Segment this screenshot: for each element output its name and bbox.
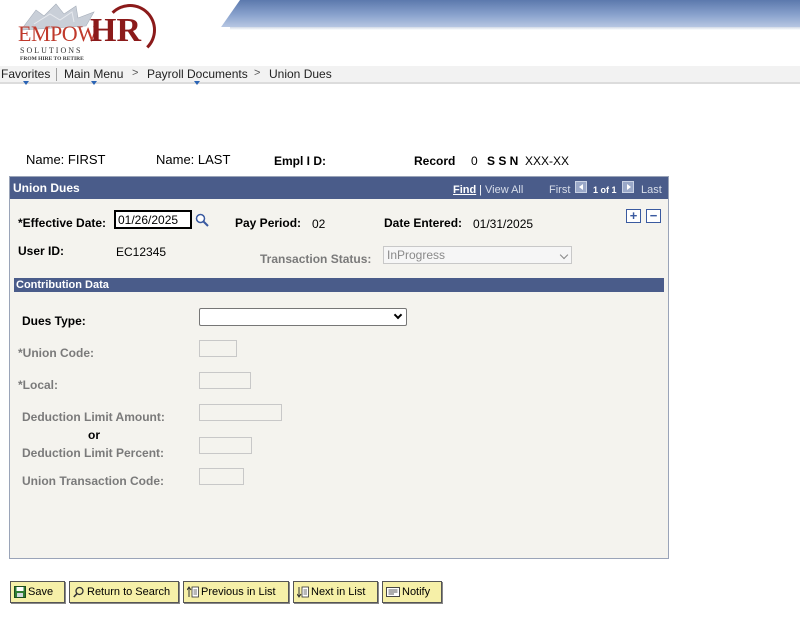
search-icon[interactable]	[195, 213, 209, 227]
chevron-down-icon	[559, 250, 569, 260]
first-link[interactable]: First	[549, 184, 570, 196]
employee-ssn-label: S S N	[487, 154, 519, 168]
transaction-status-label: Transaction Status:	[260, 252, 372, 266]
employee-record-value: 0	[471, 154, 478, 168]
banner: EMPOW HR SOLUTIONS FROM HIRE TO RETIRE	[0, 0, 800, 66]
pay-period-value: 02	[312, 217, 326, 231]
union-transaction-code-label: Union Transaction Code:	[22, 474, 165, 488]
empowhr-logo: EMPOW HR SOLUTIONS FROM HIRE TO RETIRE	[8, 2, 168, 64]
contribution-data-header: Contribution Data	[14, 278, 664, 292]
deduction-limit-percent-field	[199, 437, 252, 454]
or-label: or	[88, 428, 100, 442]
logo-solutions-text: SOLUTIONS	[20, 46, 83, 55]
previous-list-icon	[187, 586, 199, 598]
nav-union-dues[interactable]: Union Dues	[269, 67, 332, 81]
effective-date-input[interactable]	[114, 210, 192, 229]
logo-tagline-text: FROM HIRE TO RETIRE	[20, 56, 84, 62]
chevron-down-icon	[194, 81, 201, 85]
user-id-value: EC12345	[116, 245, 167, 259]
employee-first-name: Name: FIRST	[26, 152, 106, 167]
user-id-label: User ID:	[18, 244, 65, 258]
logo-hr-text: HR	[90, 12, 141, 49]
nav-divider	[56, 68, 57, 81]
return-to-search-button[interactable]: Return to Search	[69, 581, 179, 603]
logo-empow-text: EMPOW	[18, 21, 98, 46]
find-link[interactable]: Find	[453, 184, 476, 196]
panel-header: Union Dues Find | View All First 1 of 1 …	[10, 177, 668, 199]
nav-main-menu[interactable]: Main Menu	[64, 67, 123, 85]
delete-row-button[interactable]: −	[646, 209, 661, 223]
save-icon	[14, 586, 26, 598]
chevron-down-icon	[393, 310, 403, 320]
breadcrumb-separator-icon: >	[254, 67, 261, 79]
deduction-limit-amount-label: Deduction Limit Amount:	[22, 410, 165, 424]
union-code-field	[199, 340, 237, 357]
union-dues-panel: Union Dues Find | View All First 1 of 1 …	[9, 176, 669, 559]
employee-last-name: Name: LAST	[156, 152, 231, 167]
next-in-list-button[interactable]: Next in List	[293, 581, 378, 603]
dues-type-label: Dues Type:	[22, 314, 86, 328]
previous-row-icon[interactable]	[575, 181, 587, 193]
chevron-down-icon	[22, 81, 29, 85]
union-transaction-code-field	[199, 468, 244, 485]
transaction-status-select: InProgress	[383, 246, 572, 264]
employee-ssn-value: XXX-XX	[525, 154, 570, 168]
breadcrumb: Favorites Main Menu > Payroll Documents …	[0, 66, 800, 85]
add-row-button[interactable]: +	[626, 209, 641, 223]
employee-record-label: Record	[414, 154, 456, 168]
date-entered-label: Date Entered:	[384, 216, 463, 230]
banner-band	[200, 0, 800, 27]
deduction-limit-percent-label: Deduction Limit Percent:	[22, 446, 165, 460]
local-field	[199, 372, 251, 389]
local-label: *Local:	[18, 378, 59, 392]
date-entered-value: 01/31/2025	[473, 217, 534, 231]
next-list-icon	[297, 586, 309, 598]
chevron-down-icon	[90, 81, 97, 85]
pay-period-label: Pay Period:	[235, 216, 302, 230]
row-position: 1 of 1	[593, 185, 617, 195]
last-link[interactable]: Last	[641, 184, 662, 196]
union-code-label: *Union Code:	[18, 346, 94, 360]
breadcrumb-separator-icon: >	[132, 67, 139, 79]
nav-favorites[interactable]: Favorites	[1, 67, 50, 85]
panel-title: Union Dues	[13, 181, 80, 195]
view-all-link[interactable]: View All	[485, 184, 523, 196]
next-row-icon[interactable]	[622, 181, 634, 193]
deduction-limit-amount-field	[199, 404, 282, 421]
employee-emplid: Empl I D:	[274, 154, 327, 168]
effective-date-label: *Effective Date:	[18, 216, 107, 230]
nav-payroll-documents[interactable]: Payroll Documents	[147, 67, 248, 85]
search-icon	[73, 586, 84, 598]
notify-button[interactable]: Notify	[382, 581, 442, 603]
notify-icon	[386, 587, 400, 597]
save-button[interactable]: Save	[10, 581, 65, 603]
previous-in-list-button[interactable]: Previous in List	[183, 581, 289, 603]
dues-type-select[interactable]	[199, 308, 407, 326]
